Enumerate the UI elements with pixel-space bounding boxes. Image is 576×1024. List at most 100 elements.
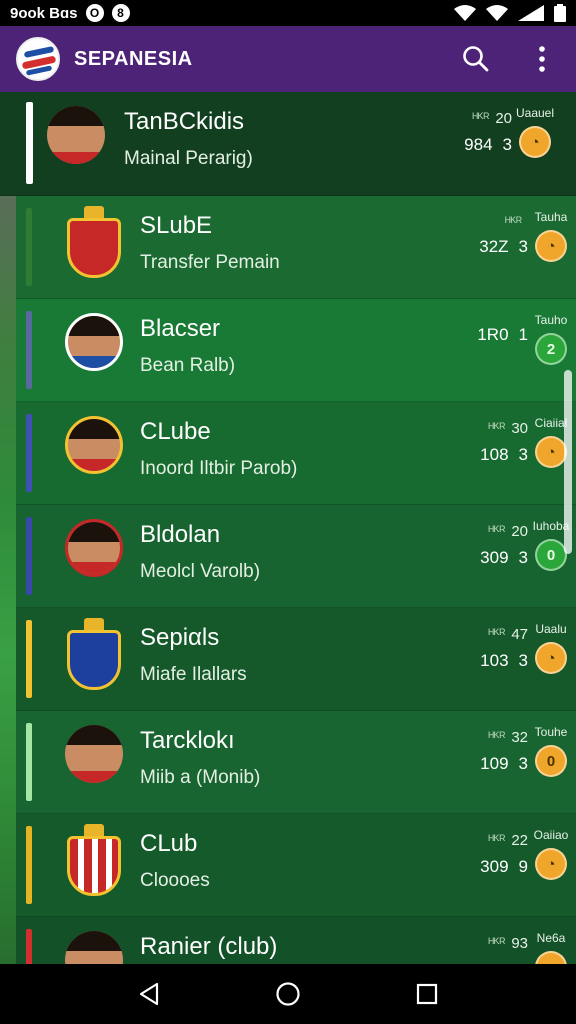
status-notification-icon: O [85, 4, 104, 22]
scrollbar[interactable] [564, 370, 572, 554]
item-stats: ᴴᴷᴿ 22 309 9 [448, 832, 528, 877]
search-icon [463, 46, 489, 72]
item-stats: ᴴᴷᴿ 32 109 3 [448, 729, 528, 774]
stat-label: ᴴᴷᴿ [488, 935, 506, 950]
row-accent-bar [26, 208, 32, 286]
stat-label: ᴴᴷᴿ [488, 523, 506, 538]
transfer-list: TanBCkidis Mainal Perarig) ᴴᴷᴿ 20 984 3 Uaauel… [0, 92, 576, 964]
item-title: TanBCkidis [124, 108, 245, 135]
status-badge[interactable]: ◔ [535, 848, 567, 880]
row-accent-bar [26, 826, 32, 904]
item-stats: ᴴᴷᴿ 32Z 3 [448, 214, 528, 257]
badge-label: Ne6a [536, 931, 566, 945]
club-crest [62, 618, 126, 694]
list-item[interactable]: CLub Cloooes ᴴᴷᴿ 22 309 9 Oaiiao ◔ [16, 814, 576, 917]
item-title: CLub [140, 830, 198, 857]
row-accent-bar [26, 620, 32, 698]
item-title: SLubE [140, 212, 213, 239]
item-stats: ᴴᴷᴿ 47 103 3 [448, 626, 528, 671]
stat-label: ᴴᴷᴿ [488, 420, 506, 435]
item-subtitle: Miib a (Monib) [140, 767, 261, 788]
stat-label: ᴴᴷᴿ [488, 832, 506, 847]
wifi-icon [454, 5, 476, 21]
row-accent-bar [26, 517, 32, 595]
item-title: CLube [140, 418, 211, 445]
list-item[interactable]: SLubE Transfer Pemain ᴴᴷᴿ 32Z 3 Tauha ◔ [16, 196, 576, 299]
list-item[interactable]: Blacser Bean Ralb) 1R0 1 Tauho 2 [16, 299, 576, 402]
signal-icon [518, 5, 544, 21]
stat-value: 109 [480, 754, 509, 773]
status-badge[interactable]: 2 [535, 333, 567, 365]
row-accent-bar [26, 929, 32, 964]
list-item[interactable]: CLube Inoord Iltbir Parob) ᴴᴷᴿ 30 108 3 Ciaiia… [16, 402, 576, 505]
status-badge[interactable]: ◔ [535, 642, 567, 674]
badge-label: Tauha [534, 210, 568, 224]
item-subtitle: Cloooes [140, 870, 210, 891]
list-item[interactable]: Ranier (club) ᴴᴷᴿ 93 Ne6a [16, 917, 576, 964]
search-button[interactable] [458, 41, 494, 77]
recents-icon[interactable] [416, 983, 438, 1005]
app-logo [16, 37, 60, 81]
badge-label: Uaauel [515, 106, 555, 120]
status-badge[interactable]: ◔ [519, 126, 551, 158]
stat-value: 309 [480, 548, 509, 567]
item-subtitle: Mainal Perarig) [124, 148, 253, 169]
list-item[interactable]: Bldolan Meolcl Varolb) ᴴᴷᴿ 20 309 3 Iuhoba 0 [16, 505, 576, 608]
battery-icon [554, 4, 566, 22]
list-item[interactable]: Tarcklokı Miib a (Monib) ᴴᴷᴿ 32 109 3 Touhe 0 [16, 711, 576, 814]
club-crest [62, 206, 126, 282]
player-avatar [62, 515, 126, 591]
item-stats: ᴴᴷᴿ 20 984 3 [432, 110, 512, 155]
player-avatar [62, 309, 126, 385]
more-options-button[interactable] [524, 41, 560, 77]
stat-value: 108 [480, 445, 509, 464]
wifi-icon-2 [486, 5, 508, 21]
row-accent-bar [26, 414, 32, 492]
badge-label: Oaiiao [533, 828, 569, 842]
item-subtitle: Inoord Iltbir Parob) [140, 458, 298, 479]
player-avatar [62, 927, 126, 964]
item-stats: ᴴᴷᴿ 30 108 3 [448, 420, 528, 465]
stat-label: ᴴᴷᴿ [472, 110, 490, 125]
list-item[interactable]: TanBCkidis Mainal Perarig) ᴴᴷᴿ 20 984 3 Uaauel… [0, 92, 576, 196]
item-subtitle: Miafe Ilallars [140, 664, 247, 685]
back-icon[interactable] [138, 982, 160, 1006]
status-badge[interactable]: ◔ [535, 436, 567, 468]
row-accent-bar [26, 723, 32, 801]
player-avatar [62, 412, 126, 488]
status-badge[interactable]: 0 [535, 745, 567, 777]
stat-value: 1R0 [477, 325, 509, 344]
badge-label: Uaalu [535, 622, 567, 636]
player-avatar [44, 102, 108, 178]
status-badge[interactable]: 0 [535, 539, 567, 571]
stat-value: 103 [480, 651, 509, 670]
badge-label: Tauho [534, 313, 568, 327]
home-icon[interactable] [275, 981, 301, 1007]
status-badge[interactable]: ◔ [535, 230, 567, 262]
item-title: Tarcklokı [140, 727, 235, 754]
player-avatar [62, 721, 126, 797]
stat-value: 984 [464, 135, 493, 154]
stat-label: ᴴᴷᴿ [505, 214, 522, 229]
item-subtitle: Bean Ralb) [140, 355, 236, 376]
stat-label: ᴴᴷᴿ [488, 729, 506, 744]
item-subtitle: Transfer Pemain [140, 252, 280, 273]
app-title: SEPANESIA [74, 47, 193, 70]
app-bar: SEPANESIA [0, 26, 576, 92]
item-stats: 1R0 1 [448, 317, 528, 345]
status-badge[interactable] [535, 951, 567, 964]
item-title: Blacser [140, 315, 221, 342]
stat-value: 32Z [479, 237, 509, 256]
status-bar: 9ᴏok Bɑs O 8 [0, 0, 576, 26]
status-time: 9ᴏok Bɑs [10, 4, 78, 22]
system-nav-bar [0, 964, 576, 1024]
item-title: Bldolan [140, 521, 221, 548]
club-crest [62, 824, 126, 900]
transfer-list-panel: TanBCkidis Mainal Perarig) ᴴᴷᴿ 20 984 3 Uaauel… [0, 92, 576, 964]
list-item[interactable]: Sepiαls Miafe Ilallars ᴴᴷᴿ 47 103 3 Uaalu ◔ [16, 608, 576, 711]
item-title: Ranier (club) [140, 933, 278, 960]
item-stats: ᴴᴷᴿ 93 [448, 935, 528, 960]
row-accent-bar [26, 102, 33, 184]
item-stats: ᴴᴷᴿ 20 309 3 [448, 523, 528, 568]
badge-label: Touhe [534, 725, 568, 739]
